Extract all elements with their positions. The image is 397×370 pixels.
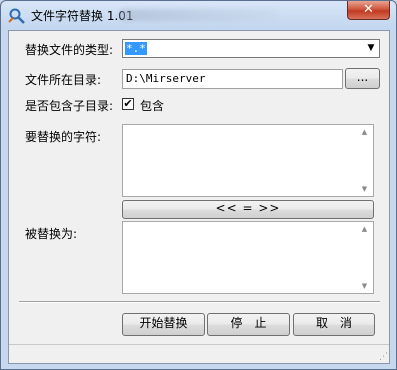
- scroll-up-icon[interactable]: ▲: [356, 125, 373, 139]
- divider: [19, 301, 380, 303]
- stop-button[interactable]: 停 止: [207, 313, 290, 336]
- client-area: 替换文件的类型: *.* ▼ 文件所在目录: D:\Mirserver ... …: [8, 30, 390, 364]
- replace-scrollbar[interactable]: ▲ ▼: [356, 222, 373, 293]
- replace-label: 被替换为:: [25, 227, 78, 241]
- chevron-down-icon[interactable]: ▼: [363, 40, 379, 57]
- find-textarea[interactable]: ▲ ▼: [122, 124, 374, 197]
- include-subdirs-option-label[interactable]: 包含: [140, 97, 164, 114]
- include-subdirs-checkbox[interactable]: ✔: [122, 98, 134, 110]
- find-scrollbar[interactable]: ▲ ▼: [356, 125, 373, 196]
- cancel-button[interactable]: 取 消: [293, 313, 375, 336]
- find-label: 要替换的字符:: [25, 130, 102, 144]
- file-type-value: *.*: [125, 42, 147, 55]
- scroll-up-icon[interactable]: ▲: [356, 222, 373, 236]
- title-blur-artifact: [119, 9, 279, 21]
- file-type-select[interactable]: *.* ▼: [122, 39, 380, 58]
- include-subdirs-label: 是否包含子目录:: [25, 99, 114, 113]
- status-bar: ⋰: [9, 344, 389, 363]
- directory-label: 文件所在目录:: [25, 73, 102, 87]
- browse-button[interactable]: ...: [345, 68, 380, 89]
- close-button[interactable]: ✕: [347, 1, 390, 20]
- app-icon: [8, 8, 25, 24]
- app-window: 文件字符替换 1.01 ✕ 替换文件的类型: *.* ▼ 文件所在目录: D:\…: [0, 0, 397, 370]
- resize-grip-icon[interactable]: ⋰: [379, 353, 388, 362]
- replace-textarea[interactable]: ▲ ▼: [122, 221, 374, 294]
- directory-input[interactable]: D:\Mirserver: [122, 69, 343, 89]
- scroll-down-icon[interactable]: ▼: [356, 279, 373, 293]
- file-type-label: 替换文件的类型:: [25, 43, 114, 57]
- close-icon: ✕: [363, 2, 374, 17]
- swap-button[interactable]: << = >>: [122, 200, 374, 219]
- start-replace-button[interactable]: 开始替换: [122, 313, 205, 336]
- check-icon: ✔: [123, 97, 133, 110]
- scroll-down-icon[interactable]: ▼: [356, 182, 373, 196]
- title-bar[interactable]: 文件字符替换 1.01 ✕: [1, 1, 396, 29]
